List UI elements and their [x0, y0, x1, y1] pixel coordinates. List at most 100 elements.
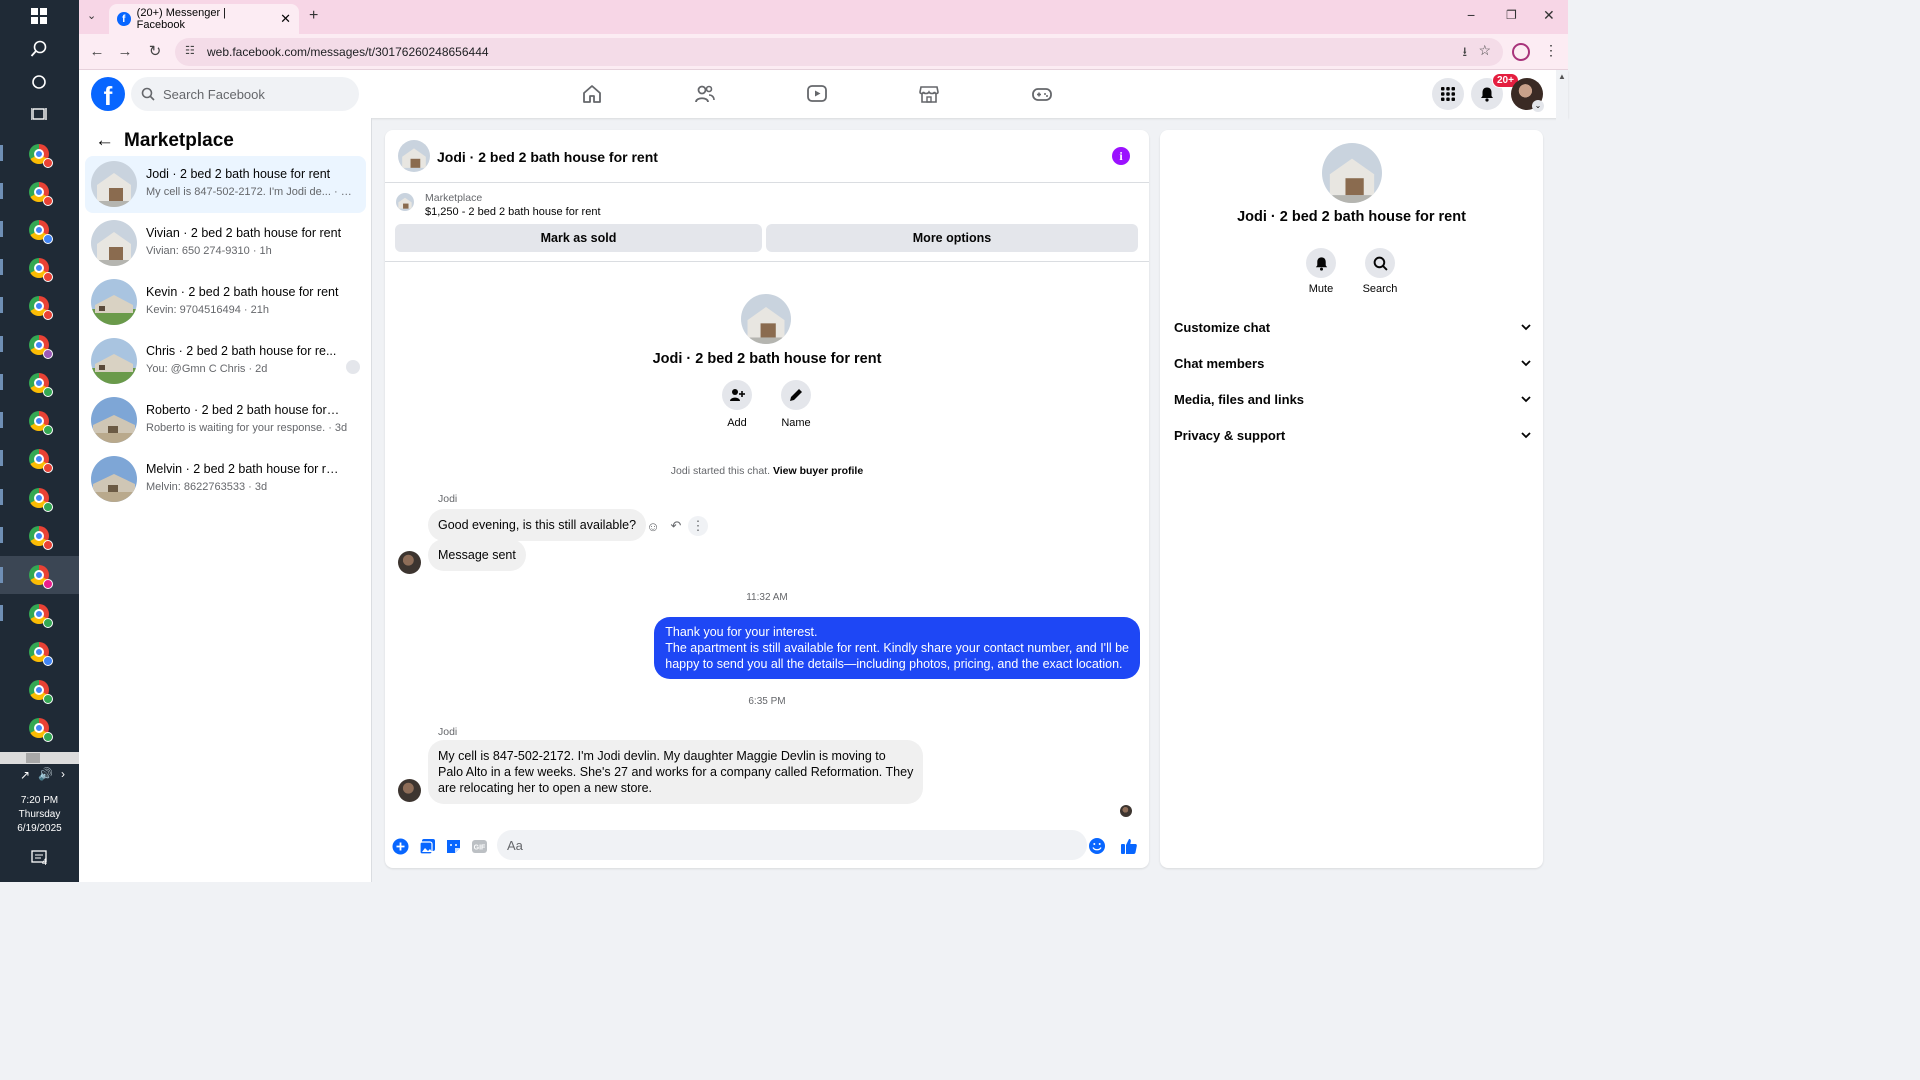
- system-clock[interactable]: 7:20 PM Thursday 6/19/2025: [0, 794, 79, 836]
- chrome-icon[interactable]: [27, 256, 53, 282]
- window-restore-button[interactable]: ❐: [1506, 8, 1517, 22]
- search-icon: [141, 87, 155, 101]
- new-tab-button[interactable]: +: [309, 7, 318, 25]
- thumbs-up-icon[interactable]: [1120, 837, 1138, 855]
- windows-start-icon[interactable]: [27, 4, 51, 28]
- conversation-item[interactable]: Chris · 2 bed 2 bath house for re... You…: [85, 333, 366, 390]
- photo-icon[interactable]: [418, 837, 436, 855]
- search-facebook-input[interactable]: Search Facebook: [131, 77, 359, 111]
- chrome-icon[interactable]: [27, 563, 53, 589]
- tab-search-icon[interactable]: ⌄: [87, 9, 96, 22]
- chat-hero-avatar: [741, 294, 791, 344]
- chrome-icon[interactable]: [27, 142, 53, 168]
- add-people-button[interactable]: Add: [707, 380, 767, 429]
- chat-members-row[interactable]: Chat members: [1174, 348, 1534, 378]
- install-app-icon[interactable]: ⭳: [1462, 43, 1467, 65]
- network-icon[interactable]: ↗: [20, 768, 30, 782]
- chevron-down-icon: [1521, 396, 1531, 403]
- incoming-message-line: are relocating her to open a new store.: [438, 781, 653, 795]
- chrome-icon[interactable]: [27, 218, 53, 244]
- outgoing-message[interactable]: Thank you for your interest. The apartme…: [654, 617, 1140, 679]
- conversation-title: Jodi · 2 bed 2 bath house for rent: [146, 167, 331, 181]
- chrome-icon[interactable]: [27, 524, 53, 550]
- taskbar-running-indicator: [0, 297, 3, 313]
- chrome-icon[interactable]: [27, 678, 53, 704]
- search-in-conversation-button[interactable]: Search: [1355, 248, 1405, 295]
- action-center-icon[interactable]: 4: [31, 850, 49, 867]
- sticker-icon[interactable]: [444, 837, 462, 855]
- facebook-logo[interactable]: f: [91, 77, 125, 111]
- browser-tab-active[interactable]: f (20+) Messenger | Facebook ✕: [109, 4, 299, 34]
- volume-icon[interactable]: 🔊: [38, 767, 53, 781]
- chrome-icon[interactable]: [27, 371, 53, 397]
- site-info-icon[interactable]: ☷: [185, 44, 195, 57]
- browser-menu-icon[interactable]: ⋮: [1544, 42, 1558, 59]
- back-icon[interactable]: ←: [87, 42, 107, 62]
- mute-button[interactable]: Mute: [1296, 248, 1346, 295]
- chat-title[interactable]: Jodi · 2 bed 2 bath house for rent: [437, 149, 658, 165]
- privacy-support-row[interactable]: Privacy & support: [1174, 420, 1534, 450]
- account-chevron-icon[interactable]: ⌄: [1532, 100, 1544, 112]
- plus-icon[interactable]: [391, 837, 409, 855]
- menu-grid-icon[interactable]: [1432, 78, 1464, 110]
- customize-chat-row[interactable]: Customize chat: [1174, 312, 1534, 342]
- address-bar[interactable]: ☷ web.facebook.com/messages/t/3017626024…: [175, 38, 1503, 66]
- view-buyer-profile-link[interactable]: View buyer profile: [773, 465, 863, 477]
- outgoing-message-line: Thank you for your interest.: [665, 625, 818, 639]
- conversation-info-icon[interactable]: i: [1112, 147, 1130, 165]
- conversation-item[interactable]: Roberto · 2 bed 2 bath house for r... Ro…: [85, 392, 366, 449]
- scroll-up-arrow-icon[interactable]: ▲: [1558, 72, 1566, 81]
- chrome-icon[interactable]: [27, 716, 53, 742]
- message-input[interactable]: Aa: [497, 830, 1087, 860]
- chrome-icon[interactable]: [27, 333, 53, 359]
- more-options-button[interactable]: More options: [766, 224, 1138, 252]
- chrome-icon[interactable]: [27, 447, 53, 473]
- emoji-icon[interactable]: [1088, 837, 1106, 855]
- url-text: web.facebook.com/messages/t/301762602486…: [207, 45, 489, 59]
- forward-icon[interactable]: →: [115, 42, 135, 62]
- taskbar-scrollbar[interactable]: [0, 752, 79, 764]
- page-scrollbar[interactable]: ▲: [1556, 70, 1568, 882]
- reload-icon[interactable]: ↻: [145, 42, 165, 62]
- name-chat-button[interactable]: Name: [766, 380, 826, 429]
- incoming-message[interactable]: Good evening, is this still available?: [428, 509, 647, 541]
- listing-price-title[interactable]: $1,250 - 2 bed 2 bath house for rent: [425, 206, 601, 218]
- conversation-item[interactable]: Kevin · 2 bed 2 bath house for rent Kevi…: [85, 274, 366, 331]
- back-arrow-icon[interactable]: ←: [95, 130, 114, 152]
- react-emoji-icon[interactable]: ☺: [643, 516, 663, 536]
- conversation-item[interactable]: Jodi · 2 bed 2 bath house for rent My ce…: [85, 156, 366, 213]
- chrome-icon[interactable]: [27, 409, 53, 435]
- chrome-icon[interactable]: [27, 486, 53, 512]
- chrome-icon[interactable]: [27, 294, 53, 320]
- incoming-message[interactable]: Message sent: [428, 539, 526, 571]
- conversation-item[interactable]: Melvin · 2 bed 2 bath house for rent Mel…: [85, 451, 366, 508]
- cortana-icon[interactable]: [27, 70, 51, 94]
- chat-avatar[interactable]: [398, 140, 430, 172]
- incoming-message[interactable]: My cell is 847-502-2172. I'm Jodi devlin…: [428, 740, 924, 804]
- chrome-icon[interactable]: [27, 640, 53, 666]
- chrome-icon[interactable]: [27, 602, 53, 628]
- gif-icon[interactable]: GIF: [470, 837, 488, 855]
- media-files-links-row[interactable]: Media, files and links: [1174, 384, 1534, 414]
- conversation-item[interactable]: Vivian · 2 bed 2 bath house for rent Viv…: [85, 215, 366, 272]
- reply-icon[interactable]: ↶: [666, 516, 686, 536]
- conversation-details-panel: Jodi · 2 bed 2 bath house for rent Mute …: [1160, 130, 1543, 868]
- home-icon[interactable]: [579, 81, 605, 107]
- window-close-button[interactable]: ✕: [1543, 7, 1555, 24]
- marketplace-icon[interactable]: [916, 81, 942, 107]
- task-view-icon[interactable]: [27, 102, 51, 126]
- profile-icon[interactable]: [1512, 43, 1530, 61]
- gaming-icon[interactable]: [1029, 81, 1055, 107]
- chevron-right-icon[interactable]: ›: [61, 767, 65, 781]
- search-icon[interactable]: [27, 37, 51, 61]
- friends-icon[interactable]: [692, 81, 718, 107]
- bookmark-star-icon[interactable]: ☆: [1478, 42, 1491, 59]
- message-composer: GIF Aa: [385, 830, 1149, 868]
- video-icon[interactable]: [804, 81, 830, 107]
- window-minimize-button[interactable]: −: [1467, 7, 1475, 23]
- more-actions-icon[interactable]: ⋮: [688, 516, 708, 536]
- mark-as-sold-button[interactable]: Mark as sold: [395, 224, 762, 252]
- chrome-icon[interactable]: [27, 180, 53, 206]
- clock-day: Thursday: [18, 809, 61, 820]
- tab-close-icon[interactable]: ✕: [280, 11, 291, 27]
